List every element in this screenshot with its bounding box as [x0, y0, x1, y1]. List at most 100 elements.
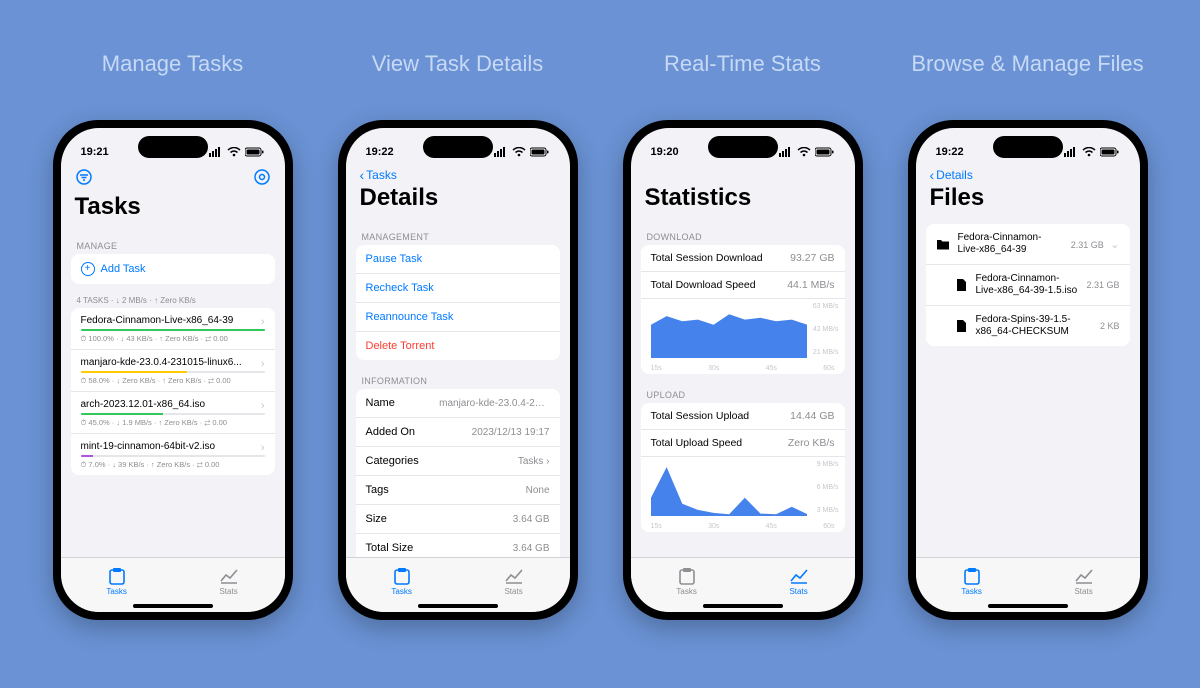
- progress-track: [81, 413, 265, 415]
- task-stats: ⏱ 45.0% · ↓ 1.9 MB/s · ↑ Zero KB/s · ⇄ 0…: [81, 418, 265, 428]
- add-task-button[interactable]: + Add Task: [71, 254, 275, 284]
- progress-bar: [81, 371, 188, 373]
- file-name: Fedora-Cinnamon-Live-x86_64-39-1.5.iso: [976, 273, 1079, 297]
- tab-tasks[interactable]: Tasks: [106, 567, 126, 596]
- filter-icon[interactable]: [75, 168, 93, 191]
- chevron-right-icon: ›: [261, 316, 265, 328]
- stat-value: Zero KB/s: [788, 437, 835, 449]
- feature-heading: Manage Tasks: [98, 50, 247, 120]
- x-tick: 15s: [651, 365, 662, 372]
- home-indicator[interactable]: [988, 604, 1068, 608]
- back-label: Details: [936, 168, 973, 182]
- x-tick: 45s: [766, 365, 777, 372]
- chevron-right-icon: ›: [261, 442, 265, 454]
- task-row[interactable]: mint-19-cinnamon-64bit-v2.iso › ⏱ 7.0% · ↓…: [71, 434, 275, 475]
- section-header-information: INFORMATION: [356, 368, 560, 389]
- signal-icon: [209, 147, 223, 157]
- info-value: 3.64 GB: [513, 514, 550, 525]
- phone-frame: 19:22 ‹ Tasks Details MANAGEMENT: [338, 120, 578, 620]
- tab-label: Tasks: [961, 587, 981, 596]
- tab-stats[interactable]: Stats: [789, 567, 809, 596]
- tab-label: Tasks: [106, 587, 126, 596]
- info-label: Size: [366, 513, 387, 525]
- x-tick: 30s: [708, 523, 719, 530]
- x-tick: 45s: [766, 523, 777, 530]
- tab-label: Tasks: [676, 587, 696, 596]
- tasks-icon: [392, 567, 412, 585]
- home-indicator[interactable]: [703, 604, 783, 608]
- chevron-left-icon: ‹: [360, 168, 365, 182]
- battery-icon: [245, 147, 265, 157]
- y-tick: 42 MB/s: [813, 326, 839, 333]
- action-label: Pause Task: [366, 253, 423, 265]
- section-header-upload: UPLOAD: [641, 382, 845, 403]
- action-label: Recheck Task: [366, 282, 434, 294]
- y-tick: 3 MB/s: [817, 507, 839, 514]
- home-indicator[interactable]: [418, 604, 498, 608]
- info-value: None: [526, 485, 550, 496]
- recheck-task-button[interactable]: Recheck Task: [356, 274, 560, 303]
- info-label: Added On: [366, 426, 416, 438]
- task-stats: ⏱ 58.0% · ↓ Zero KB/s · ↑ Zero KB/s · ⇄ …: [81, 376, 265, 386]
- battery-icon: [815, 147, 835, 157]
- task-stats: ⏱ 7.0% · ↓ 39 KB/s · ↑ Zero KB/s · ⇄ 0.0…: [81, 460, 265, 470]
- status-time: 19:21: [81, 146, 109, 158]
- tab-label: Stats: [504, 587, 522, 596]
- file-row[interactable]: Fedora-Cinnamon-Live-x86_64-392.31 GB ⌄: [926, 224, 1130, 265]
- info-label: Categories: [366, 455, 419, 467]
- settings-icon[interactable]: [253, 168, 271, 191]
- stat-download-speed: Total Download Speed 44.1 MB/s: [641, 272, 845, 299]
- file-size: 2.31 GB ⌄: [1071, 238, 1120, 251]
- back-button[interactable]: ‹ Details: [930, 168, 1126, 182]
- tab-tasks[interactable]: Tasks: [676, 567, 696, 596]
- wifi-icon: [512, 147, 526, 157]
- phone-frame: 19:20 Statistics DOWNLOAD Total Se: [623, 120, 863, 620]
- info-row: Tags None: [356, 476, 560, 505]
- info-value: 3.64 GB: [513, 543, 550, 554]
- tab-stats[interactable]: Stats: [504, 567, 524, 596]
- home-indicator[interactable]: [133, 604, 213, 608]
- info-label: Total Size: [366, 542, 414, 554]
- file-size: 2.31 GB: [1086, 280, 1119, 290]
- tasks-icon: [962, 567, 982, 585]
- phone-frame: 19:22 ‹ Details Files Fedora-Cinnamon: [908, 120, 1148, 620]
- file-icon: [954, 319, 968, 333]
- info-value: 2023/12/13 19:17: [472, 427, 550, 438]
- info-row: Size 3.64 GB: [356, 505, 560, 534]
- page-title: Files: [930, 184, 1126, 212]
- tab-label: Stats: [219, 587, 237, 596]
- page-title: Details: [360, 184, 556, 212]
- task-name: mint-19-cinnamon-64bit-v2.iso: [81, 441, 216, 452]
- tab-stats[interactable]: Stats: [219, 567, 239, 596]
- task-name: Fedora-Cinnamon-Live-x86_64-39: [81, 315, 234, 326]
- tab-tasks[interactable]: Tasks: [391, 567, 411, 596]
- progress-bar: [81, 455, 94, 457]
- task-list: Fedora-Cinnamon-Live-x86_64-39›⏱ 100.0% …: [71, 308, 275, 475]
- file-row[interactable]: Fedora-Cinnamon-Live-x86_64-39-1.5.iso 2.…: [926, 265, 1130, 306]
- stat-label: Total Upload Speed: [651, 437, 743, 449]
- delete-torrent-button[interactable]: Delete Torrent: [356, 332, 560, 360]
- info-value: manjaro-kde-23.0.4-231015-...: [439, 398, 549, 409]
- info-label: Tags: [366, 484, 389, 496]
- pause-task-button[interactable]: Pause Task: [356, 245, 560, 274]
- file-row[interactable]: Fedora-Spins-39-1.5-x86_64-CHECKSUM2 KB: [926, 306, 1130, 346]
- task-row[interactable]: manjaro-kde-23.0.4-231015-linux6...›⏱ 58…: [71, 350, 275, 392]
- task-row[interactable]: arch-2023.12.01-x86_64.iso›⏱ 45.0% · ↓ 1…: [71, 392, 275, 434]
- dynamic-island: [708, 136, 778, 158]
- tab-stats[interactable]: Stats: [1074, 567, 1094, 596]
- page-title: Statistics: [645, 184, 841, 212]
- tab-tasks[interactable]: Tasks: [961, 567, 981, 596]
- reannounce-task-button[interactable]: Reannounce Task: [356, 303, 560, 332]
- feature-heading: Browse & Manage Files: [907, 50, 1147, 120]
- back-button[interactable]: ‹ Tasks: [360, 168, 556, 182]
- action-label: Reannounce Task: [366, 311, 454, 323]
- task-row[interactable]: Fedora-Cinnamon-Live-x86_64-39›⏱ 100.0% …: [71, 308, 275, 350]
- task-name: manjaro-kde-23.0.4-231015-linux6...: [81, 357, 242, 368]
- info-label: Name: [366, 397, 395, 409]
- download-chart: 63 MB/s 42 MB/s 21 MB/s 15s 30s 45s 60s: [641, 299, 845, 374]
- tab-label: Stats: [789, 587, 807, 596]
- stats-icon: [789, 567, 809, 585]
- info-row: Added On 2023/12/13 19:17: [356, 418, 560, 447]
- stat-label: Total Download Speed: [651, 279, 756, 291]
- stat-value: 14.44 GB: [790, 410, 834, 422]
